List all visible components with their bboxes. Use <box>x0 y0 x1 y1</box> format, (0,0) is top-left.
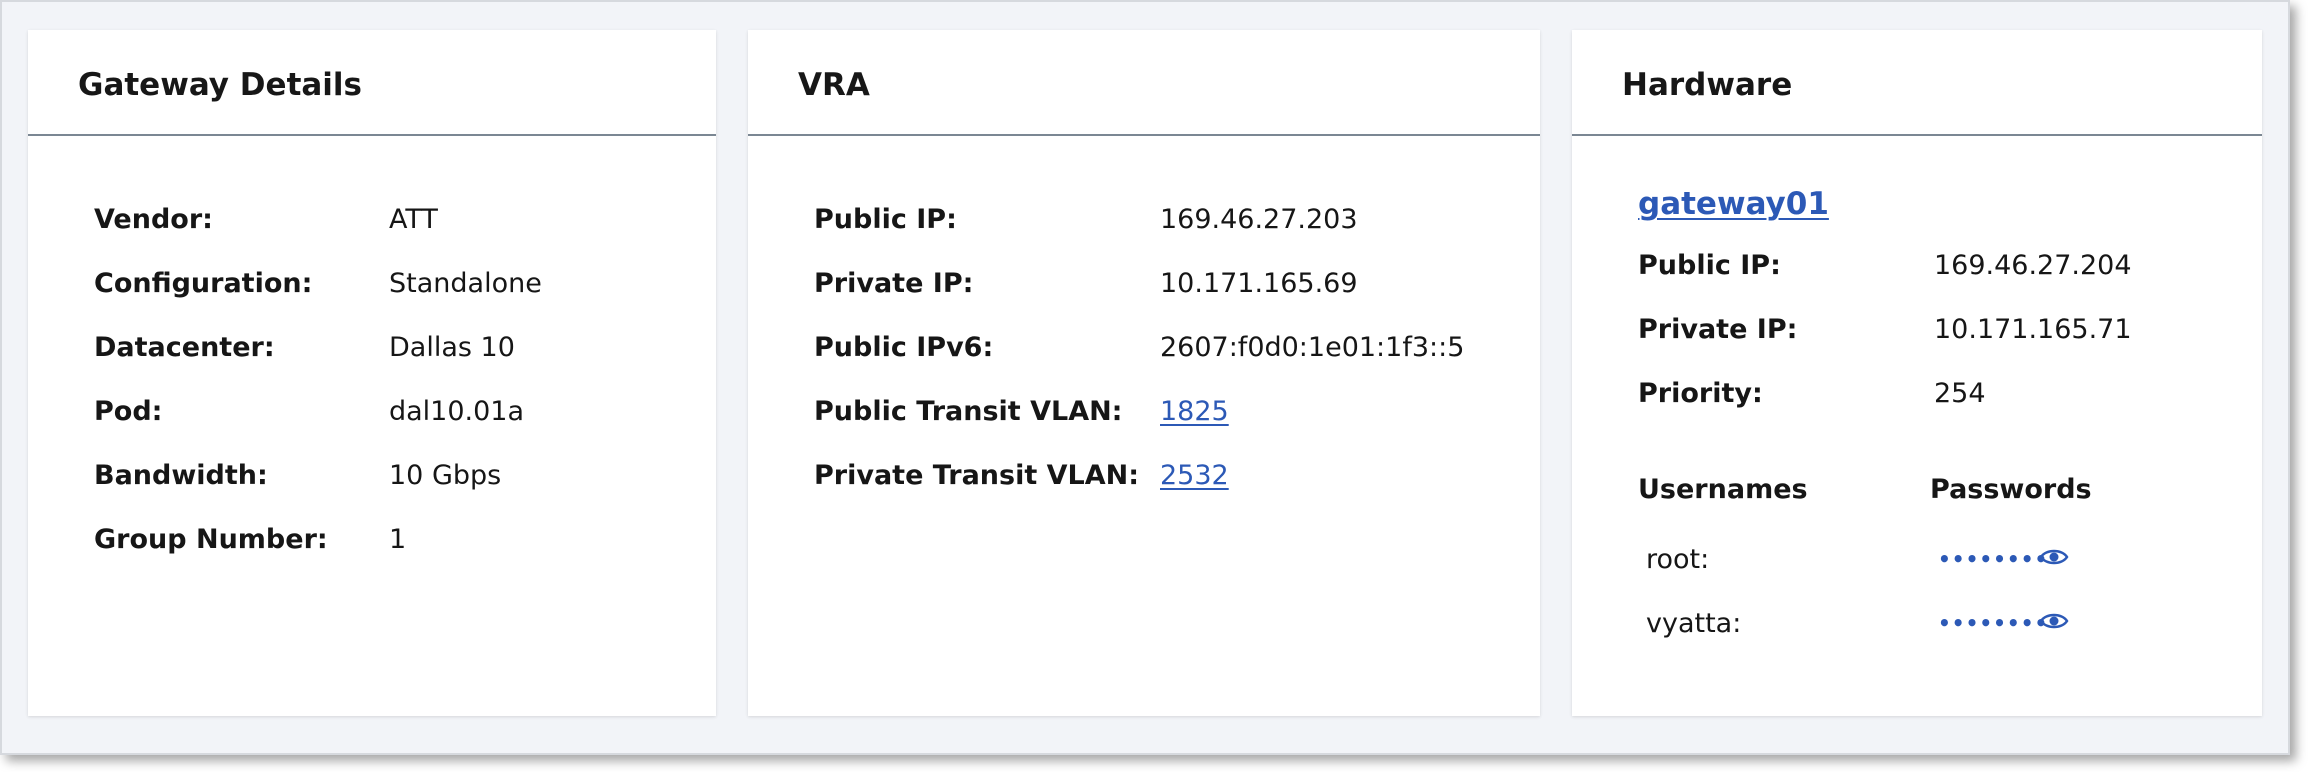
bandwidth-label: Bandwidth: <box>94 460 268 491</box>
hardware-card: Hardware gateway01 Public IP: 169.46.27.… <box>1572 30 2262 716</box>
datacenter-value: Dallas 10 <box>389 332 515 363</box>
vra-public-ipv6-value: 2607:f0d0:1e01:1f3::5 <box>1160 332 1465 363</box>
vra-title: VRA <box>798 67 870 103</box>
hw-public-ip-value: 169.46.27.204 <box>1934 250 2132 281</box>
username-vyatta: vyatta: <box>1646 608 1742 639</box>
vendor-value: ATT <box>389 204 438 235</box>
group-number-value: 1 <box>389 524 407 555</box>
pod-value: dal10.01a <box>389 396 525 427</box>
priority-value: 254 <box>1934 378 1986 409</box>
hardware-title: Hardware <box>1622 67 1793 103</box>
eye-icon[interactable] <box>2039 546 2069 568</box>
vra-card: VRA Public IP: 169.46.27.203 Private IP:… <box>748 30 1540 716</box>
hardware-header: Hardware <box>1572 30 2262 136</box>
pod-label: Pod: <box>94 396 163 427</box>
vra-public-ip-label: Public IP: <box>814 204 957 235</box>
vra-private-ip-value: 10.171.165.69 <box>1160 268 1358 299</box>
eye-icon-svg <box>2039 613 2069 629</box>
configuration-label: Configuration: <box>94 268 313 299</box>
configuration-value: Standalone <box>389 268 542 299</box>
vra-public-ip-value: 169.46.27.203 <box>1160 204 1358 235</box>
vra-private-ip-label: Private IP: <box>814 268 974 299</box>
group-number-label: Group Number: <box>94 524 328 555</box>
gateway-details-header: Gateway Details <box>28 30 716 136</box>
eye-icon[interactable] <box>2039 610 2069 632</box>
password-mask-root: •••••••• <box>1938 547 2049 571</box>
gateway-device-link[interactable]: gateway01 <box>1638 189 1829 220</box>
eye-icon-svg <box>2039 549 2069 565</box>
hw-private-ip-value: 10.171.165.71 <box>1934 314 2132 345</box>
vra-header: VRA <box>748 30 1540 136</box>
vra-public-ipv6-label: Public IPv6: <box>814 332 994 363</box>
datacenter-label: Datacenter: <box>94 332 275 363</box>
vendor-label: Vendor: <box>94 204 213 235</box>
private-transit-vlan-label: Private Transit VLAN: <box>814 460 1140 491</box>
page-frame: Gateway Details Vendor: ATT Configuratio… <box>0 0 2290 755</box>
public-transit-vlan-link[interactable]: 1825 <box>1160 398 1229 425</box>
hw-public-ip-label: Public IP: <box>1638 250 1781 281</box>
usernames-header: Usernames <box>1638 474 1808 505</box>
gateway-details-title: Gateway Details <box>78 67 363 103</box>
password-mask-vyatta: •••••••• <box>1938 611 2049 635</box>
username-root: root: <box>1646 544 1710 575</box>
gateway-details-card: Gateway Details Vendor: ATT Configuratio… <box>28 30 716 716</box>
public-transit-vlan-label: Public Transit VLAN: <box>814 396 1123 427</box>
priority-label: Priority: <box>1638 378 1763 409</box>
private-transit-vlan-link[interactable]: 2532 <box>1160 462 1229 489</box>
bandwidth-value: 10 Gbps <box>389 460 502 491</box>
passwords-header: Passwords <box>1930 474 2092 505</box>
hw-private-ip-label: Private IP: <box>1638 314 1798 345</box>
